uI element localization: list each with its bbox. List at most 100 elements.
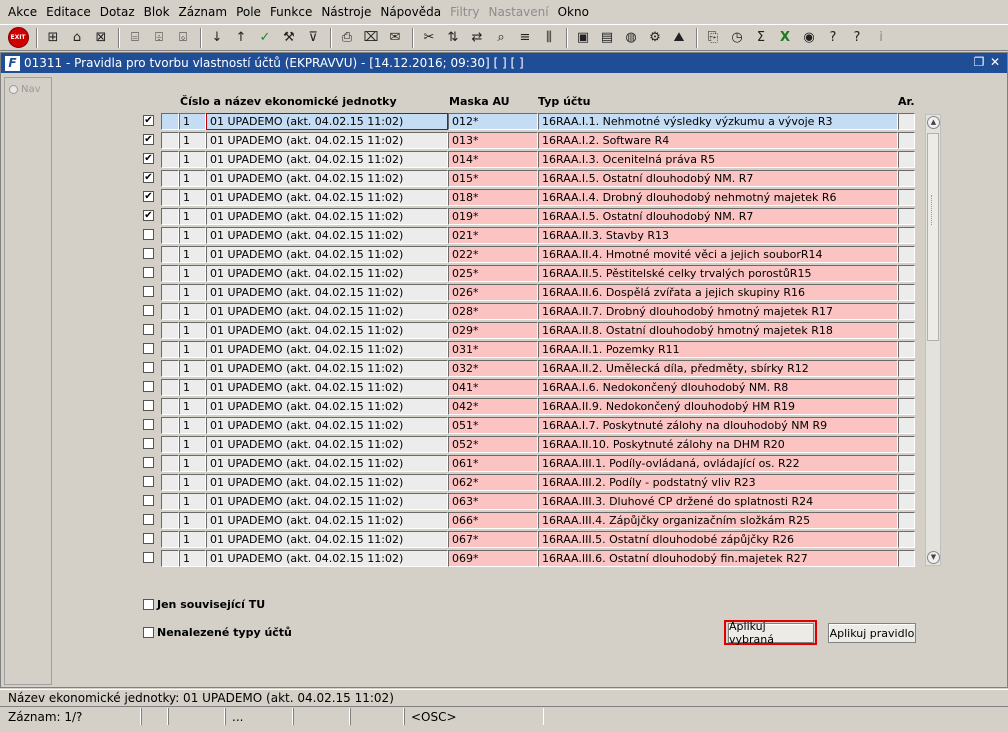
cell-type[interactable]: 16RAA.II.1. Pozemky R11 [538,341,898,358]
cell-num[interactable]: 1 [179,360,206,377]
cell-unit[interactable]: 01 UPADEMO (akt. 04.02.15 11:02) [206,531,448,548]
cell-type[interactable]: 16RAA.III.1. Podíly-ovládaná, ovládající… [538,455,898,472]
cell-ar[interactable] [898,113,915,130]
row-checkbox[interactable]: ✔ [143,115,154,126]
row-checkbox[interactable] [143,552,154,563]
export-icon[interactable]: ⇄ [466,27,488,49]
menu-item-8[interactable]: Nápověda [376,5,445,19]
columns-icon[interactable]: ⫼ [538,27,560,49]
checkbox-box[interactable] [143,599,154,610]
row-checkbox[interactable] [143,267,154,278]
row-marker[interactable] [161,341,179,358]
cell-unit[interactable]: 01 UPADEMO (akt. 04.02.15 11:02) [206,208,448,225]
cell-ar[interactable] [898,170,915,187]
cell-num[interactable]: 1 [179,303,206,320]
row-checkbox[interactable] [143,248,154,259]
context-help-icon[interactable]: ? [846,27,868,49]
cell-type[interactable]: 16RAA.III.5. Ostatní dlouhodobé zápůjčky… [538,531,898,548]
cell-ar[interactable] [898,132,915,149]
table-row[interactable]: 1 01 UPADEMO (akt. 04.02.15 11:02) 032* 16R… [141,359,916,378]
row-marker[interactable] [161,474,179,491]
cell-num[interactable]: 1 [179,398,206,415]
table-row[interactable]: ✔ 1 01 UPADEMO (akt. 04.02.15 11:02) 013* 16… [141,131,916,150]
table-row[interactable]: 1 01 UPADEMO (akt. 04.02.15 11:02) 066* 16R… [141,511,916,530]
duplicate-record-icon[interactable]: ⌂ [66,27,88,49]
cell-ar[interactable] [898,284,915,301]
cell-type[interactable]: 16RAA.I.2. Software R4 [538,132,898,149]
list-icon[interactable]: ≡ [514,27,536,49]
row-checkbox[interactable] [143,286,154,297]
cell-type[interactable]: 16RAA.II.2. Umělecká díla, předměty, sbí… [538,360,898,377]
document-icon[interactable]: ▤ [596,27,618,49]
nav-option[interactable]: Nav [9,84,41,95]
cell-mask[interactable]: 069* [448,550,538,567]
cell-type[interactable]: 16RAA.I.5. Ostatní dlouhodobý NM. R7 [538,208,898,225]
grid-scrollbar[interactable]: ▲ ▼ [925,114,941,566]
cell-num[interactable]: 1 [179,417,206,434]
cell-mask[interactable]: 031* [448,341,538,358]
sum-icon[interactable]: Σ [750,27,772,49]
cell-unit[interactable]: 01 UPADEMO (akt. 04.02.15 11:02) [206,227,448,244]
cell-ar[interactable] [898,151,915,168]
query-execute-icon[interactable]: ⌹ [148,27,170,49]
lookup-icon[interactable]: ⌕ [490,27,512,49]
row-marker[interactable] [161,132,179,149]
cell-type[interactable]: 16RAA.I.3. Ocenitelná práva R5 [538,151,898,168]
row-marker[interactable] [161,379,179,396]
cell-mask[interactable]: 066* [448,512,538,529]
sort-descending-icon[interactable]: ↑ [230,27,252,49]
row-checkbox[interactable] [143,419,154,430]
cell-mask[interactable]: 041* [448,379,538,396]
clock-icon[interactable]: ◷ [726,27,748,49]
table-row[interactable]: 1 01 UPADEMO (akt. 04.02.15 11:02) 069* 16R… [141,549,916,568]
cell-mask[interactable]: 028* [448,303,538,320]
cell-ar[interactable] [898,303,915,320]
cell-ar[interactable] [898,208,915,225]
cell-mask[interactable]: 067* [448,531,538,548]
cell-ar[interactable] [898,379,915,396]
cell-unit[interactable]: 01 UPADEMO (akt. 04.02.15 11:02) [206,379,448,396]
row-marker[interactable] [161,284,179,301]
cell-num[interactable]: 1 [179,436,206,453]
cell-num[interactable]: 1 [179,379,206,396]
cell-unit[interactable]: 01 UPADEMO (akt. 04.02.15 11:02) [206,341,448,358]
menu-item-4[interactable]: Záznam [175,5,232,19]
query-enter-icon[interactable]: ⌸ [124,27,146,49]
cell-type[interactable]: 16RAA.III.6. Ostatní dlouhodobý fin.maje… [538,550,898,567]
cell-mask[interactable]: 051* [448,417,538,434]
cell-num[interactable]: 1 [179,512,206,529]
cell-mask[interactable]: 042* [448,398,538,415]
cell-unit[interactable]: 01 UPADEMO (akt. 04.02.15 11:02) [206,170,448,187]
filter-icon[interactable]: ⊽ [302,27,324,49]
table-row[interactable]: ✔ 1 01 UPADEMO (akt. 04.02.15 11:02) 019* 16… [141,207,916,226]
cut-icon[interactable]: ✂ [418,27,440,49]
table-row[interactable]: 1 01 UPADEMO (akt. 04.02.15 11:02) 029* 16R… [141,321,916,340]
menu-item-10[interactable]: Nastavení [485,5,553,19]
menu-item-11[interactable]: Okno [554,5,593,19]
table-row[interactable]: ✔ 1 01 UPADEMO (akt. 04.02.15 11:02) 014* 16… [141,150,916,169]
cell-mask[interactable]: 021* [448,227,538,244]
info-icon[interactable]: i [870,27,892,49]
cell-num[interactable]: 1 [179,208,206,225]
cell-ar[interactable] [898,531,915,548]
cell-ar[interactable] [898,493,915,510]
table-row[interactable]: 1 01 UPADEMO (akt. 04.02.15 11:02) 026* 16R… [141,283,916,302]
close-icon[interactable]: ✕ [987,54,1003,70]
cell-mask[interactable]: 014* [448,151,538,168]
scroll-thumb[interactable] [927,133,939,341]
row-marker[interactable] [161,360,179,377]
cell-num[interactable]: 1 [179,227,206,244]
web-icon[interactable]: ◉ [798,27,820,49]
row-checkbox[interactable] [143,533,154,544]
confirm-icon[interactable]: ✓ [254,27,276,49]
cell-unit[interactable]: 01 UPADEMO (akt. 04.02.15 11:02) [206,455,448,472]
cell-type[interactable]: 16RAA.II.5. Pěstitelské celky trvalých p… [538,265,898,282]
table-row[interactable]: 1 01 UPADEMO (akt. 04.02.15 11:02) 062* 16R… [141,473,916,492]
cell-type[interactable]: 16RAA.II.7. Drobný dlouhodobý hmotný maj… [538,303,898,320]
cell-unit[interactable]: 01 UPADEMO (akt. 04.02.15 11:02) [206,398,448,415]
cell-ar[interactable] [898,322,915,339]
cell-mask[interactable]: 013* [448,132,538,149]
related-checkbox[interactable]: Jen související TU [143,598,265,611]
cell-ar[interactable] [898,512,915,529]
cell-num[interactable]: 1 [179,455,206,472]
